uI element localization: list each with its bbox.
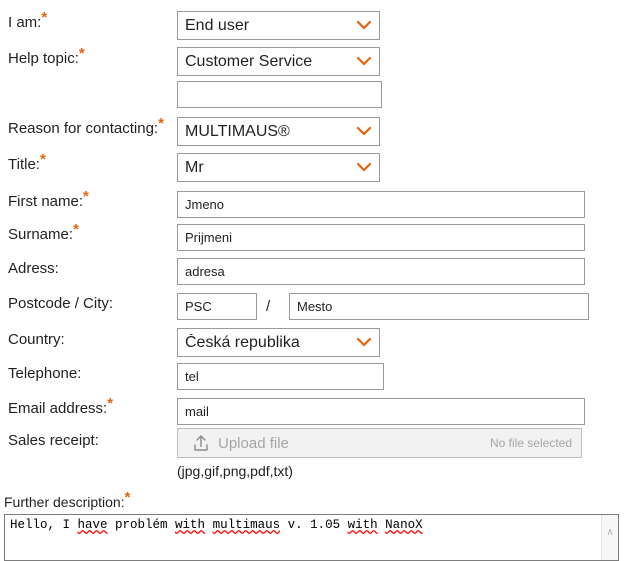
description-text-segment [378,518,386,532]
misspelled-word: NanoX [385,518,423,532]
description-text-segment: Hello, I [10,518,78,532]
input-surname[interactable]: Prijmeni [177,224,585,251]
required-asterisk: * [158,115,164,132]
select-reason-value: MULTIMAUS® [185,122,290,140]
form-row-reason: Reason for contacting:* MULTIMAUS® [0,112,625,146]
input-postcode-value: PSC [185,299,212,314]
input-email-value: mail [185,404,209,419]
input-telephone-value: tel [185,369,199,384]
input-help-subtopic[interactable] [177,81,382,108]
label-first-name: First name:* [8,188,89,210]
chevron-down-icon [355,47,373,76]
further-description-textarea[interactable]: Hello, I have problém with multimaus v. … [4,514,619,561]
select-title[interactable]: Mr [177,153,380,182]
chevron-down-icon [355,153,373,182]
allowed-file-types: (jpg,gif,png,pdf,txt) [177,463,293,479]
chevron-down-icon [355,328,373,357]
misspelled-word: have [77,518,108,532]
file-upload-button[interactable]: Upload file No file selected [177,428,582,458]
label-telephone: Telephone: [8,365,82,382]
input-email[interactable]: mail [177,398,585,425]
label-help-topic: Help topic:* [8,45,85,67]
upload-status-text: No file selected [489,436,572,450]
input-city[interactable]: Mesto [289,293,589,320]
description-text-segment: v. 1.05 [280,518,348,532]
input-telephone[interactable]: tel [177,363,384,390]
upload-button-label: Upload file [218,434,289,452]
label-reason: Reason for contacting:* [8,115,164,137]
form-row-adress: Adress: adresa [0,252,625,286]
required-asterisk: * [107,395,114,412]
select-country[interactable]: Česká republika [177,328,380,357]
form-row-i-am: I am:* End user [0,6,625,40]
input-first-name-value: Jmeno [185,197,225,212]
input-first-name[interactable]: Jmeno [177,191,585,218]
input-adress[interactable]: adresa [177,258,585,285]
required-asterisk: * [124,489,131,507]
misspelled-word: with [347,518,378,532]
label-country: Country: [8,331,65,348]
form-row-help-subtopic [0,76,625,110]
label-postcode-city: Postcode / City: [8,295,114,312]
form-row-title: Title:* Mr [0,148,625,182]
required-asterisk: * [78,45,85,62]
form-row-surname: Surname:* Prijmeni [0,218,625,252]
misspelled-word: with [175,518,206,532]
scroll-up-arrow-icon[interactable]: ∧ [602,528,618,538]
description-text-segment: problém [107,518,176,532]
input-postcode[interactable]: PSC [177,293,257,320]
required-asterisk: * [83,188,89,205]
misspelled-word: multimaus [212,518,281,532]
form-row-email: Email address:* mail [0,392,625,426]
input-adress-value: adresa [185,264,225,279]
required-asterisk: * [73,221,79,238]
form-row-country: Country: Česká republika [0,323,625,357]
select-i-am[interactable]: End user [177,11,380,40]
select-help-topic-value: Customer Service [185,52,313,70]
label-adress: Adress: [8,260,59,277]
form-row-help-topic: Help topic:* Customer Service [0,42,625,76]
required-asterisk: * [41,9,48,26]
form-row-telephone: Telephone: tel [0,357,625,391]
required-asterisk: * [39,151,46,168]
chevron-down-icon [355,11,373,40]
description-text-segment [205,518,213,532]
select-help-topic[interactable]: Customer Service [177,47,380,76]
textarea-scrollbar[interactable]: ∧ [601,515,618,560]
form-row-postcode-city: Postcode / City: PSC / Mesto [0,287,625,321]
form-row-first-name: First name:* Jmeno [0,185,625,219]
label-title: Title:* [8,151,46,173]
upload-icon [184,433,218,453]
label-sales-receipt: Sales receipt: [8,432,99,449]
chevron-down-icon [355,117,373,146]
further-description-text: Hello, I have problém with multimaus v. … [10,518,423,533]
select-title-value: Mr [185,158,204,176]
select-reason[interactable]: MULTIMAUS® [177,117,380,146]
label-email: Email address:* [8,395,114,417]
label-further-description: Further description:* [4,489,131,510]
select-i-am-value: End user [185,16,250,34]
input-surname-value: Prijmeni [185,230,232,245]
select-country-value: Česká republika [185,333,300,351]
input-city-value: Mesto [297,299,333,314]
label-i-am: I am:* [8,9,48,31]
postcode-city-separator: / [266,298,271,315]
label-surname: Surname:* [8,221,79,243]
